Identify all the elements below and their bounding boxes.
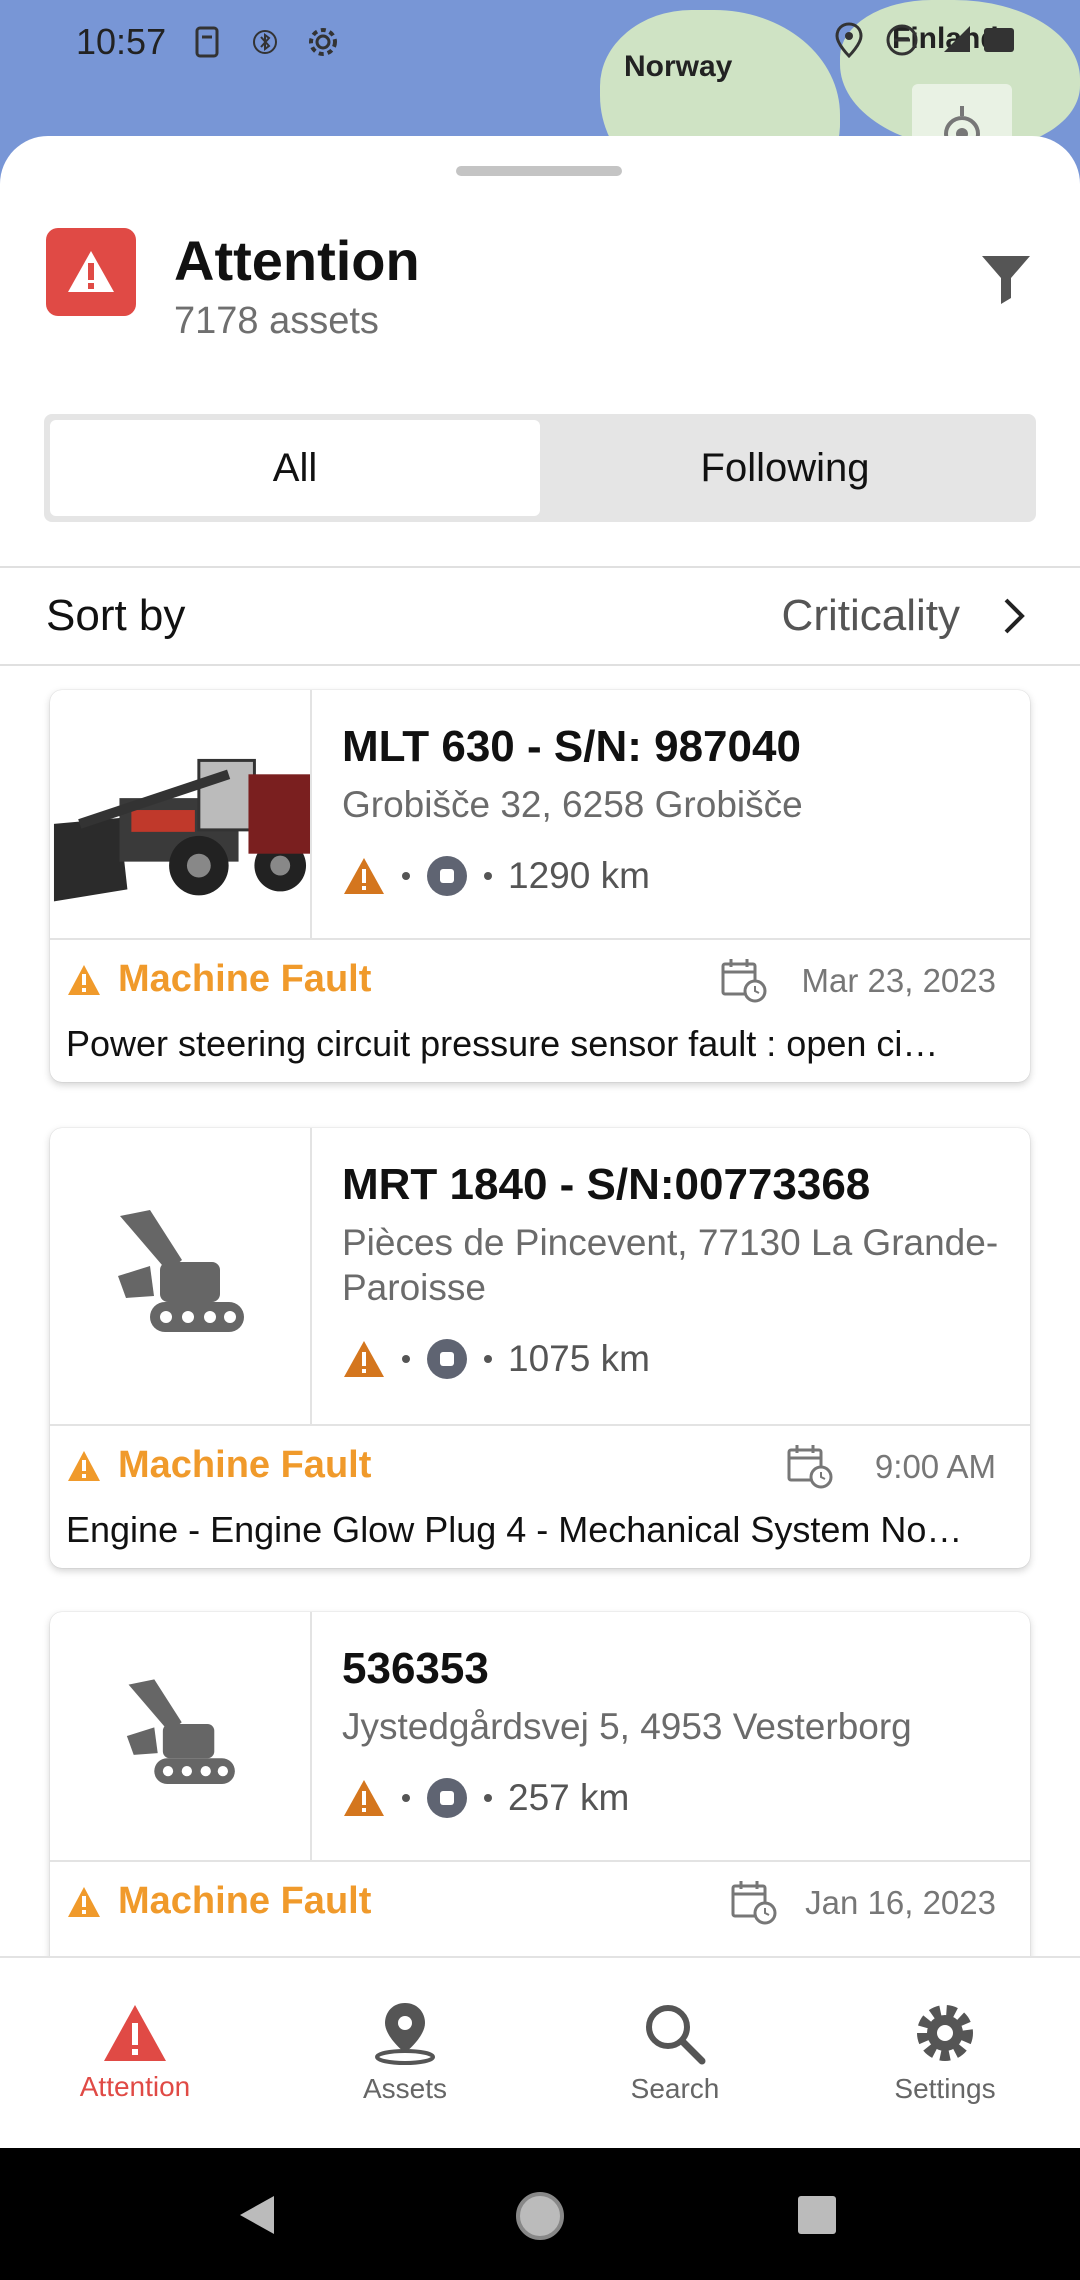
stop-status-icon	[427, 1778, 467, 1819]
nav-settings[interactable]: Settings	[810, 1958, 1080, 2148]
tab-all[interactable]: All	[50, 420, 540, 516]
asset-placeholder-icon	[50, 1128, 312, 1424]
page-title: Attention	[174, 229, 420, 292]
sort-label: Sort by	[46, 591, 186, 640]
filter-icon	[982, 256, 1030, 304]
asset-address: Jystedgårdsvej 5, 4953 Vesterborg	[342, 1706, 912, 1747]
nav-search[interactable]: Search	[540, 1958, 810, 2148]
stop-status-icon	[427, 1339, 467, 1380]
asset-meta: 1075 km	[342, 1338, 1000, 1380]
warning-icon	[344, 858, 384, 895]
home-icon[interactable]	[514, 2190, 566, 2242]
status-time: 10:57	[76, 21, 167, 62]
calendar-clock-icon	[787, 1445, 833, 1489]
asset-address: Grobišče 32, 6258 Grobišče	[342, 784, 803, 825]
location-pin-icon	[375, 2003, 435, 2065]
fault-type: Machine Fault	[118, 958, 372, 1000]
fault-description: Power steering circuit pressure sensor f…	[66, 1023, 939, 1064]
tab-following[interactable]: Following	[540, 420, 1030, 516]
gear-icon	[917, 2005, 973, 2061]
asset-name: MRT 1840 - S/N:00773368	[342, 1160, 871, 1209]
fault-date: Mar 23, 2023	[801, 962, 996, 999]
warning-icon	[344, 1780, 384, 1817]
bottom-navigation: Attention Assets Search Settings	[0, 1956, 1080, 2148]
asset-placeholder-icon	[50, 1612, 312, 1860]
nav-label: Settings	[894, 2073, 996, 2104]
sort-value: Criticality	[781, 591, 960, 640]
asset-photo	[50, 690, 312, 938]
warning-icon	[344, 1341, 384, 1378]
chevron-right-icon	[994, 596, 1034, 636]
asset-card[interactable]: 536353 Jystedgårdsvej 5, 4953 Vesterborg…	[50, 1612, 1030, 1956]
sheet-header: Attention 7178 assets	[46, 228, 1036, 348]
status-bar: 10:57	[0, 0, 1080, 84]
asset-card[interactable]: MRT 1840 - S/N:00773368 Pièces de Pincev…	[50, 1128, 1030, 1568]
fault-warning-icon	[68, 964, 100, 995]
asset-name: MLT 630 - S/N: 987040	[342, 722, 801, 771]
filter-button[interactable]	[976, 248, 1036, 308]
fault-warning-icon	[68, 1886, 100, 1917]
asset-distance: 257 km	[508, 1777, 630, 1819]
nav-label: Assets	[362, 2073, 448, 2104]
fault-date: Jan 16, 2023	[805, 1884, 996, 1921]
asset-distance: 1075 km	[508, 1338, 650, 1380]
nav-assets[interactable]: Assets	[270, 1958, 540, 2148]
bluetooth-icon	[248, 25, 282, 59]
asset-name: 536353	[342, 1644, 489, 1693]
search-icon	[646, 2005, 706, 2065]
do-not-disturb-icon	[884, 22, 920, 63]
segmented-control: All Following	[44, 414, 1036, 522]
fault-date: 9:00 AM	[874, 1448, 996, 1485]
system-navigation-bar	[0, 2148, 1080, 2280]
asset-address: Pièces de Pincevent, 77130 La Grande-Par…	[342, 1222, 999, 1309]
fault-type: Machine Fault	[118, 1444, 372, 1486]
calendar-clock-icon	[731, 1881, 777, 1925]
recents-icon[interactable]	[796, 2194, 838, 2236]
fault-type: Machine Fault	[118, 1880, 372, 1922]
back-icon[interactable]	[234, 2192, 280, 2238]
asset-meta: 1290 km	[342, 855, 1000, 897]
location-status-icon	[834, 22, 864, 63]
fault-warning-icon	[68, 1450, 100, 1481]
attention-badge-icon	[46, 228, 136, 316]
battery-icon	[940, 22, 1020, 63]
asset-distance: 1290 km	[508, 855, 650, 897]
storage-icon	[190, 25, 224, 59]
asset-card[interactable]: MLT 630 - S/N: 987040 Grobišče 32, 6258 …	[50, 690, 1030, 1082]
nav-attention[interactable]: Attention	[0, 1958, 270, 2148]
nav-label: Search	[630, 2073, 720, 2104]
sort-row[interactable]: Sort by Criticality	[0, 566, 1080, 666]
nav-label: Attention	[79, 2071, 191, 2102]
sheet-drag-handle[interactable]	[456, 166, 622, 176]
warning-icon	[104, 2005, 166, 2061]
asset-meta: 257 km	[342, 1777, 1000, 1819]
calendar-clock-icon	[721, 959, 767, 1003]
settings-status-icon	[306, 25, 340, 59]
attention-sheet: Attention 7178 assets All Following Sort…	[0, 136, 1080, 1956]
fault-description: Engine - Engine Glow Plug 4 - Mechanical…	[66, 1509, 963, 1550]
stop-status-icon	[427, 856, 467, 897]
asset-count: 7178 assets	[174, 300, 379, 342]
